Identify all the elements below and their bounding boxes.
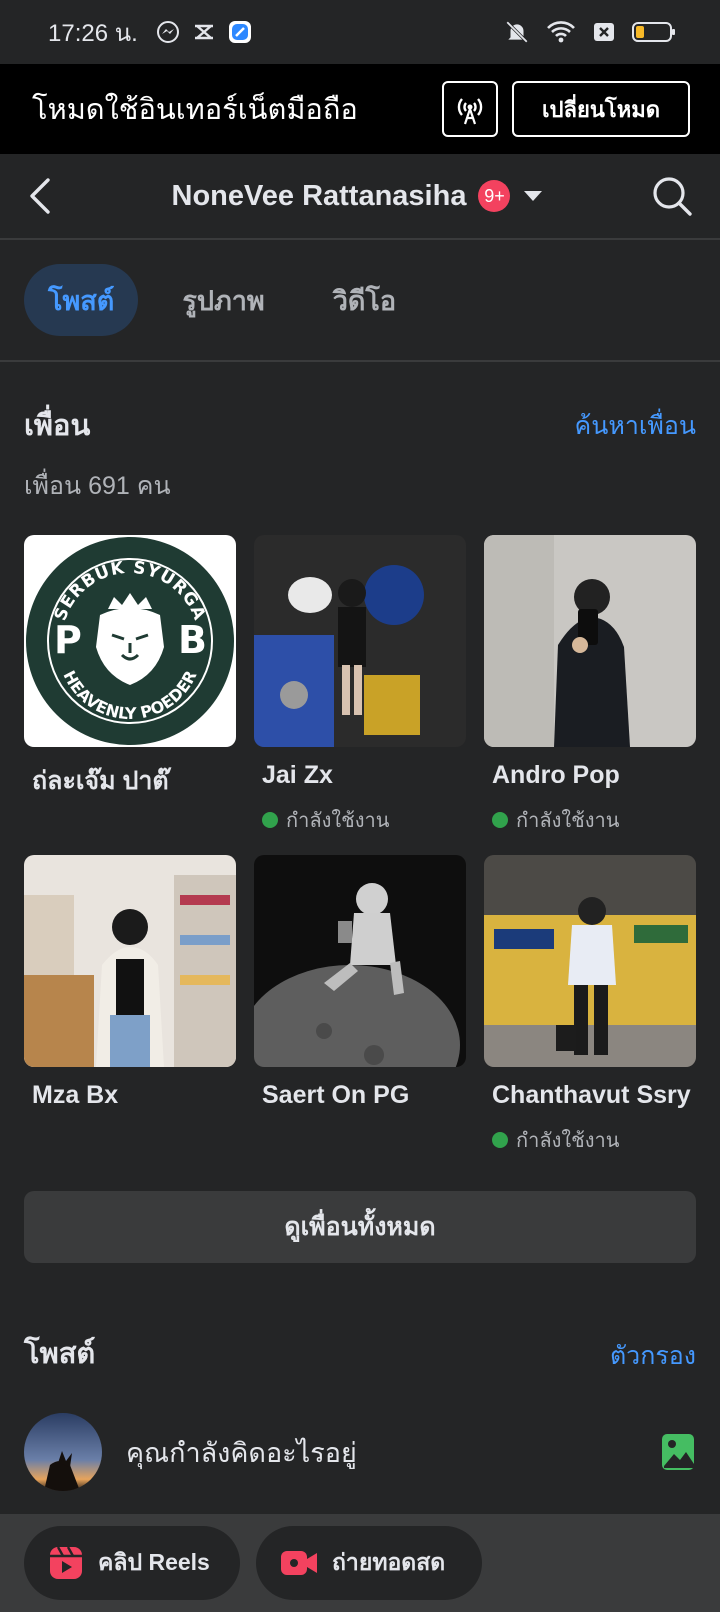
switch-mode-button[interactable]: เปลี่ยนโหมด [511, 81, 690, 137]
antenna-icon [457, 98, 483, 125]
online-status: กำลังใช้งาน [254, 804, 466, 836]
online-label: กำลังใช้งาน [286, 810, 390, 832]
online-dot-icon [492, 812, 508, 828]
status-bar: 17:26 น. [0, 0, 720, 64]
avatar[interactable] [24, 1413, 102, 1491]
serbuk-logo: SERBUK SYURGA HEAVENLY POEDER P B [24, 535, 236, 747]
friend-photo: SERBUK SYURGA HEAVENLY POEDER P B [24, 535, 236, 747]
friend-name: Mza Bx [32, 1081, 119, 1109]
friend-photo [484, 535, 696, 747]
composer-prompt[interactable]: คุณกำลังคิดอะไรอยู่ [126, 1431, 660, 1474]
online-label: กำลังใช้งาน [516, 810, 620, 832]
friend-photo [254, 535, 466, 747]
friend-card[interactable]: Andro Pop กำลังใช้งาน [484, 535, 696, 855]
profile-tabs: โพสต์ รูปภาพ วิดีโอ [0, 240, 720, 362]
live-button[interactable]: ถ่ายทอดสด [256, 1526, 482, 1600]
video-camera-icon [281, 1551, 317, 1575]
see-all-friends-button[interactable]: ดูเพื่อนทั้งหมด [24, 1191, 696, 1263]
mute-bell-icon [506, 21, 528, 43]
friend-name: Saert On PG [262, 1081, 410, 1109]
caret-down-icon [524, 191, 543, 201]
online-dot-icon [492, 1132, 508, 1148]
messenger-icon [156, 21, 179, 43]
photo-icon[interactable] [660, 1432, 696, 1472]
broadcast-button[interactable] [441, 81, 498, 137]
friend-name: Jai Zx [262, 761, 333, 789]
top-nav: NoneVee Rattanasiha 9+ [0, 154, 720, 240]
friend-photo [24, 855, 236, 1067]
app-blue-icon [228, 21, 251, 43]
mode-banner-text: โหมดใช้อินเทอร์เน็ตมือถือ [32, 94, 358, 126]
reels-button[interactable]: คลิป Reels [24, 1526, 240, 1600]
back-button[interactable] [26, 176, 66, 216]
data-mode-banner: โหมดใช้อินเทอร์เน็ตมือถือ เปลี่ยนโหมด [0, 64, 720, 154]
status-system-icons [504, 19, 676, 45]
back-arrow-icon [30, 178, 50, 214]
search-icon[interactable] [650, 174, 694, 218]
reels-label: คลิป Reels [98, 1549, 210, 1575]
profile-switcher[interactable]: NoneVee Rattanasiha 9+ [66, 180, 650, 213]
friend-card[interactable]: Chanthavut Ssry กำลังใช้งาน [484, 855, 696, 1175]
tab-videos[interactable]: วิดีโอ [309, 264, 420, 336]
status-time: 17:26 น. [48, 19, 138, 47]
online-status: กำลังใช้งาน [484, 804, 696, 836]
live-label: ถ่ายทอดสด [332, 1549, 446, 1575]
friends-grid: SERBUK SYURGA HEAVENLY POEDER P B ถ่ละเจ… [24, 535, 696, 1175]
wifi-icon [547, 21, 575, 43]
friend-card[interactable]: Mza Bx [24, 855, 236, 1175]
friend-photo [484, 855, 696, 1067]
status-app-icons [156, 20, 252, 44]
quick-actions-bar: คลิป Reels ถ่ายทอดสด [0, 1514, 720, 1612]
tab-posts[interactable]: โพสต์ [24, 264, 139, 336]
friends-section-header: เพื่อน ค้นหาเพื่อน เพื่อน 691 คน [24, 402, 696, 506]
posts-section-header: โพสต์ ตัวกรอง [24, 1330, 696, 1376]
friend-name: ถ่ละเจ๊ม ปาต๊ [32, 767, 169, 795]
tab-photos[interactable]: รูปภาพ [158, 264, 288, 336]
no-sim-icon [594, 23, 614, 41]
friend-name: Andro Pop [492, 761, 620, 789]
posts-heading: โพสต์ [24, 1338, 96, 1370]
friends-count: เพื่อน 691 คน [24, 472, 171, 500]
page-title: NoneVee Rattanasiha [171, 179, 467, 212]
battery-icon [632, 22, 675, 42]
notification-badge: 9+ [478, 180, 511, 212]
friend-photo [254, 855, 466, 1067]
capcut-icon [194, 24, 213, 40]
online-status: กำลังใช้งาน [484, 1124, 696, 1156]
reels-icon [50, 1546, 82, 1579]
filter-link[interactable]: ตัวกรอง [610, 1336, 696, 1376]
online-dot-icon [262, 812, 278, 828]
find-friends-link[interactable]: ค้นหาเพื่อน [575, 406, 696, 446]
svg-text:B: B [178, 618, 207, 662]
friend-card[interactable]: Saert On PG [254, 855, 466, 1175]
friend-name: Chanthavut Ssry [492, 1081, 691, 1109]
online-label: กำลังใช้งาน [516, 1130, 620, 1152]
friend-card[interactable]: Jai Zx กำลังใช้งาน [254, 535, 466, 855]
friend-card[interactable]: SERBUK SYURGA HEAVENLY POEDER P B ถ่ละเจ… [24, 535, 236, 855]
post-composer[interactable]: คุณกำลังคิดอะไรอยู่ [24, 1413, 696, 1491]
svg-text:P: P [54, 618, 82, 662]
